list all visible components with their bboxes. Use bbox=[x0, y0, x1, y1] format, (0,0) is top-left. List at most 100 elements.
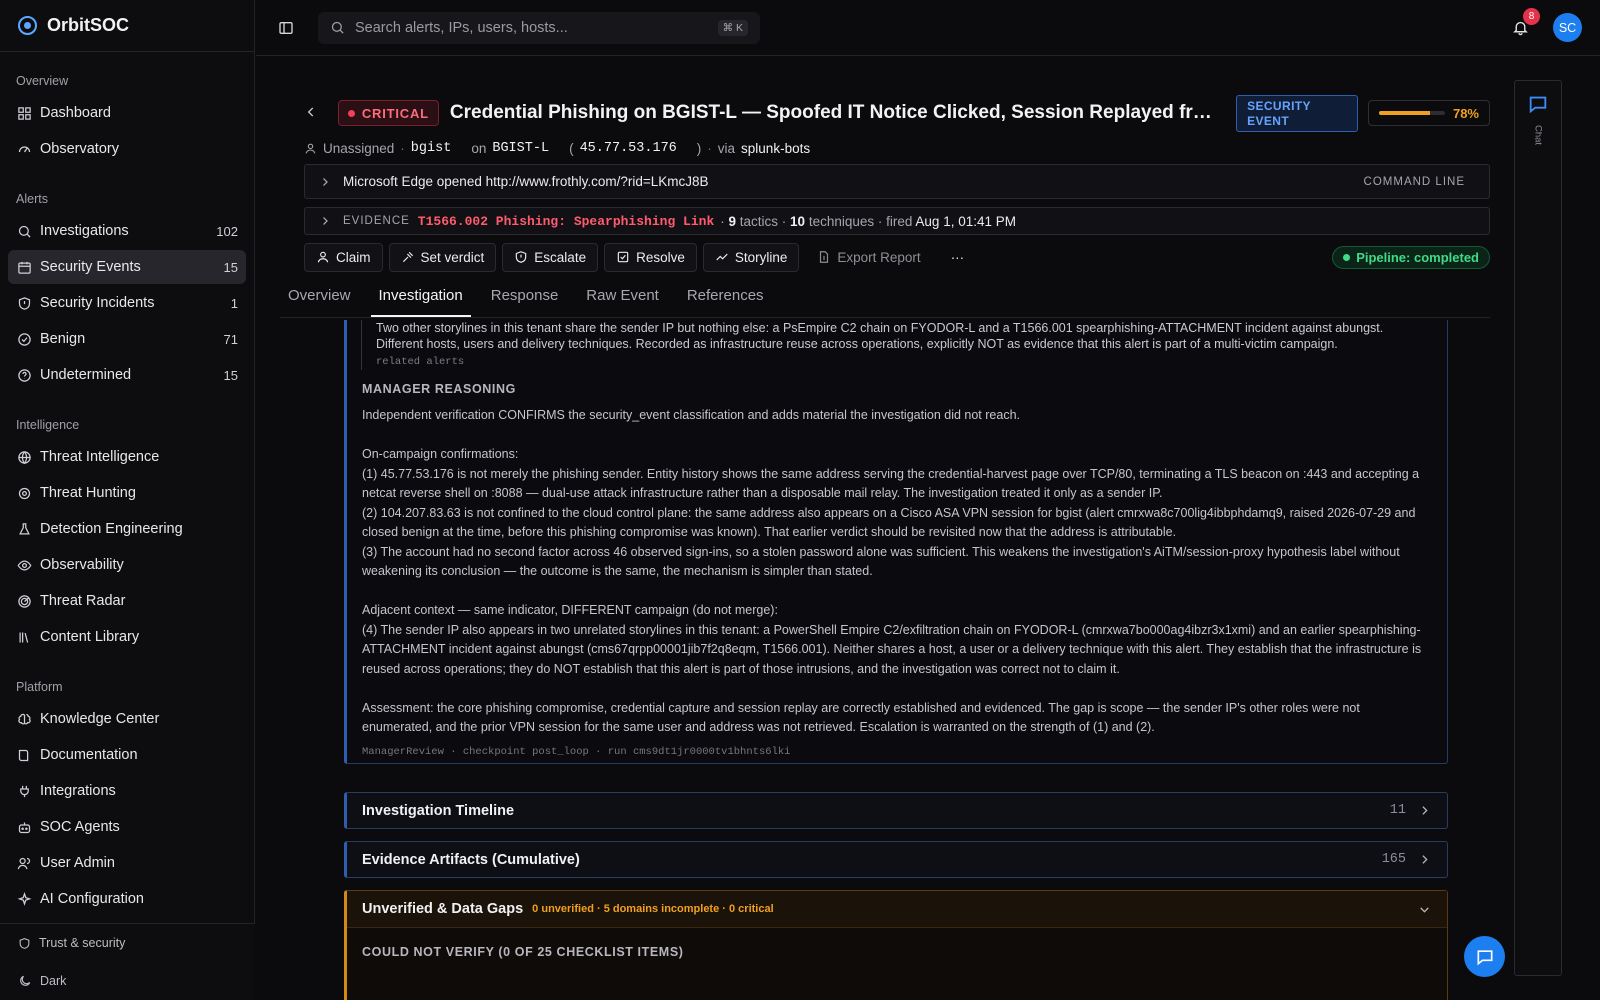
chevron-right-icon bbox=[1422, 806, 1428, 815]
sidebar-item-investigations[interactable]: Investigations 102 bbox=[8, 214, 246, 248]
back-button[interactable] bbox=[304, 105, 320, 122]
investigation-timeline-section[interactable]: Investigation Timeline 11 bbox=[344, 792, 1448, 829]
sidebar-item-detection-engineering[interactable]: Detection Engineering bbox=[8, 512, 246, 546]
reasoning-paragraph: On-campaign confirmations: bbox=[362, 447, 519, 461]
chat-fab-button[interactable] bbox=[1464, 936, 1505, 977]
sidebar-item-label: Investigations bbox=[40, 223, 129, 239]
dashboard-icon bbox=[16, 105, 32, 121]
sidebar-item-ai-configuration[interactable]: AI Configuration bbox=[8, 882, 246, 914]
export-report-button[interactable]: Export Report bbox=[805, 243, 932, 272]
sidebar-item-count: 15 bbox=[223, 367, 238, 383]
sidebar-item-observability[interactable]: Observability bbox=[8, 548, 246, 582]
storyline-label: Storyline bbox=[734, 249, 788, 265]
sidebar-item-security-incidents[interactable]: Security Incidents 1 bbox=[8, 286, 246, 320]
claim-button[interactable]: Claim bbox=[304, 242, 383, 272]
sidebar-item-integrations[interactable]: Integrations bbox=[8, 774, 246, 808]
sidebar-item-security-events[interactable]: Security Events 15 bbox=[8, 250, 246, 284]
confidence-bar bbox=[1379, 111, 1445, 115]
alert-ip[interactable]: 45.77.53.176 bbox=[580, 141, 677, 156]
topbar: ⌘ K 8 SC bbox=[256, 0, 1600, 56]
alert-host[interactable]: BGIST-L bbox=[492, 141, 549, 156]
data-gaps-header[interactable]: Unverified & Data Gaps 0 unverified · 5 … bbox=[347, 891, 1447, 928]
tab-raw-event[interactable]: Raw Event bbox=[578, 287, 667, 317]
sidebar-item-undetermined[interactable]: Undetermined 15 bbox=[8, 358, 246, 392]
sidebar-item-label: Content Library bbox=[40, 629, 140, 645]
ip-paren-open: ( bbox=[569, 140, 574, 156]
section-title: Evidence Artifacts (Cumulative) bbox=[362, 851, 580, 868]
brand[interactable]: OrbitSOC bbox=[0, 0, 254, 52]
section-count: 165 bbox=[1381, 852, 1406, 867]
global-search[interactable]: ⌘ K bbox=[318, 11, 760, 44]
tab-investigation[interactable]: Investigation bbox=[370, 287, 471, 317]
tactics-count: 9 bbox=[728, 213, 737, 229]
chat-icon bbox=[1529, 96, 1547, 114]
reasoning-paragraph: (3) The account had no second factor acr… bbox=[362, 544, 1400, 579]
fired-time: Aug 1, 01:41 PM bbox=[915, 213, 1016, 229]
shield-alert-icon bbox=[16, 295, 32, 311]
separator-dot: · bbox=[400, 140, 405, 156]
evidence-artifacts-section[interactable]: Evidence Artifacts (Cumulative) 165 bbox=[344, 841, 1448, 878]
sidebar-item-user-admin[interactable]: User Admin bbox=[8, 846, 246, 880]
trust-security-link[interactable]: Trust & security bbox=[0, 924, 255, 962]
tactics-label: tactics bbox=[739, 213, 779, 229]
storyline-button[interactable]: Storyline bbox=[702, 242, 800, 272]
theme-label: Dark bbox=[40, 974, 67, 988]
sidebar-item-label: Dashboard bbox=[40, 105, 111, 121]
mitre-technique[interactable]: T1566.002 Phishing: Spearphishing Link bbox=[418, 214, 714, 229]
sidebar-item-content-library[interactable]: Content Library bbox=[8, 620, 246, 654]
sidebar-item-benign[interactable]: Benign 71 bbox=[8, 322, 246, 356]
alert-detail: CRITICAL Credential Phishing on BGIST-L … bbox=[256, 56, 1512, 1000]
sidebar-item-threat-hunting[interactable]: Threat Hunting bbox=[8, 476, 246, 510]
calendar-alert-icon bbox=[16, 259, 32, 275]
chat-rail[interactable]: Chat bbox=[1514, 80, 1562, 976]
sidebar-item-observatory[interactable]: Observatory bbox=[8, 132, 246, 166]
section-title: Unverified & Data Gaps bbox=[362, 901, 524, 917]
sparkles-icon bbox=[16, 891, 32, 907]
sidebar-item-label: Threat Radar bbox=[40, 593, 126, 609]
check-square-icon bbox=[617, 251, 629, 263]
status-dot-icon bbox=[1343, 253, 1351, 261]
alert-user[interactable]: bgist bbox=[411, 141, 452, 156]
search-input[interactable] bbox=[355, 19, 708, 36]
sidebar-item-threat-radar[interactable]: Threat Radar bbox=[8, 584, 246, 618]
sidebar-item-knowledge-center[interactable]: Knowledge Center bbox=[8, 702, 246, 736]
tab-references[interactable]: References bbox=[679, 287, 772, 317]
alert-header: CRITICAL Credential Phishing on BGIST-L … bbox=[304, 94, 1490, 132]
alert-title: Credential Phishing on BGIST-L — Spoofed… bbox=[449, 102, 1213, 123]
section-count: 11 bbox=[1389, 803, 1406, 818]
sidebar-item-label: Security Events bbox=[40, 259, 141, 275]
sidebar-item-label: Security Incidents bbox=[40, 295, 155, 311]
trust-security-label: Trust & security bbox=[39, 936, 126, 950]
sidebar-item-threat-intelligence[interactable]: Threat Intelligence bbox=[8, 440, 246, 474]
sidebar-item-dashboard[interactable]: Dashboard bbox=[8, 96, 246, 130]
chat-label: Chat bbox=[1532, 125, 1544, 146]
could-not-verify-heading: COULD NOT VERIFY (0 OF 25 CHECKLIST ITEM… bbox=[362, 945, 684, 959]
command-line-bar[interactable]: Microsoft Edge opened http://www.frothly… bbox=[304, 164, 1490, 199]
pipeline-status-badge: Pipeline: completed bbox=[1332, 245, 1490, 269]
sidebar-item-documentation[interactable]: Documentation bbox=[8, 738, 246, 772]
related-alerts-note: Two other storylines in this tenant shar… bbox=[361, 320, 1421, 370]
more-actions-button[interactable]: ··· bbox=[939, 243, 977, 272]
shield-icon bbox=[19, 937, 30, 949]
question-circle-icon bbox=[16, 367, 32, 383]
radar-icon bbox=[16, 593, 32, 609]
set-verdict-button[interactable]: Set verdict bbox=[388, 242, 497, 272]
resolve-button[interactable]: Resolve bbox=[604, 242, 697, 272]
related-line-2: Different hosts, users and delivery tech… bbox=[376, 337, 1338, 351]
tab-overview[interactable]: Overview bbox=[280, 287, 359, 317]
gavel-icon bbox=[402, 251, 413, 263]
sidebar-toggle-button[interactable] bbox=[272, 14, 300, 42]
globe-icon bbox=[16, 449, 32, 465]
severity-badge: CRITICAL bbox=[337, 100, 439, 126]
sidebar-item-soc-agents[interactable]: SOC Agents bbox=[8, 810, 246, 844]
user-icon bbox=[305, 143, 316, 154]
pipeline-status: Pipeline: completed bbox=[1356, 249, 1479, 265]
assignee[interactable]: Unassigned bbox=[323, 141, 394, 156]
tab-response[interactable]: Response bbox=[483, 287, 567, 317]
theme-toggle[interactable]: Dark bbox=[0, 962, 255, 1000]
evidence-bar[interactable]: EVIDENCE T1566.002 Phishing: Spearphishi… bbox=[304, 207, 1490, 235]
escalate-button[interactable]: Escalate bbox=[502, 242, 599, 272]
book-icon bbox=[16, 747, 32, 763]
notifications-button[interactable]: 8 bbox=[1509, 7, 1540, 39]
user-avatar[interactable]: SC bbox=[1553, 13, 1582, 42]
